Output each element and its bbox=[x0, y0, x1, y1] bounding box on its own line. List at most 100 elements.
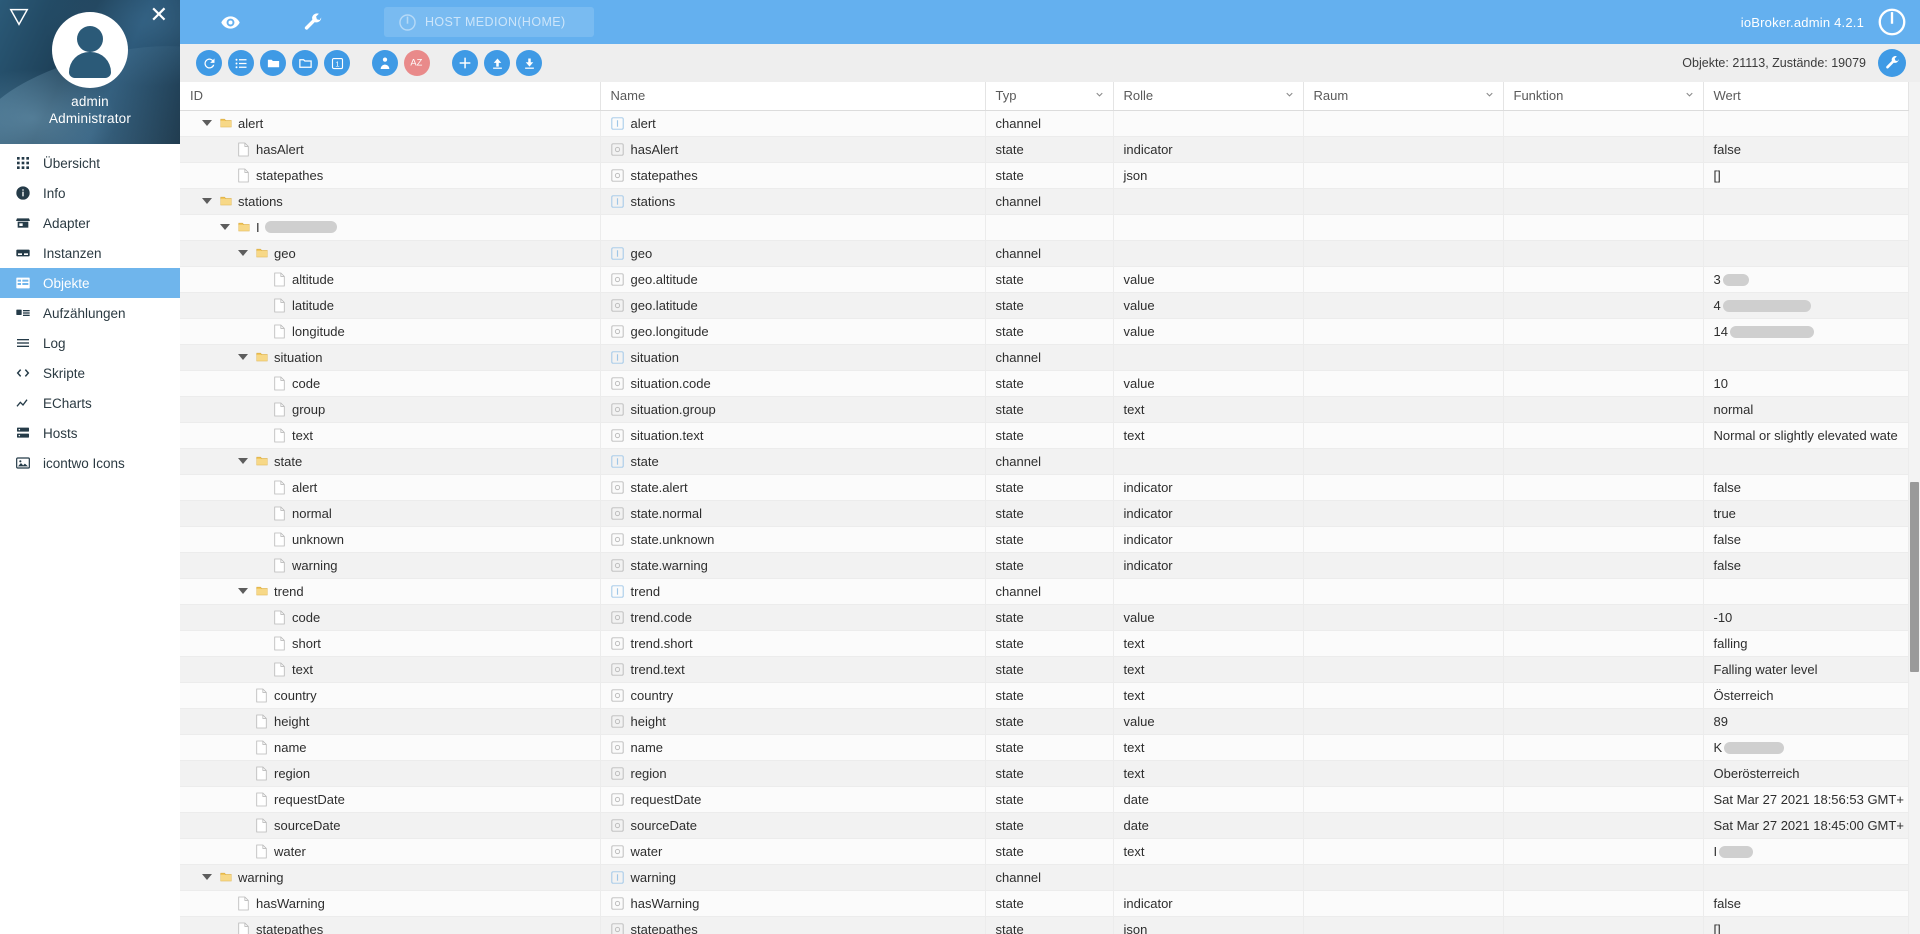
expand-one-level-button[interactable]: 1 bbox=[324, 50, 350, 76]
cell-id[interactable]: hasAlert bbox=[180, 136, 601, 163]
table-row[interactable]: I bbox=[180, 214, 1920, 241]
sort-alpha-button[interactable]: AZ bbox=[404, 50, 430, 76]
table-row[interactable]: sourceDate sourceDate state date Sat Mar 27 … bbox=[180, 812, 1920, 839]
cell-value[interactable]: 3 bbox=[1703, 266, 1909, 293]
sidebar-item-adapter[interactable]: Adapter bbox=[0, 208, 180, 238]
table-row[interactable]: short trend.short state text falling bbox=[180, 630, 1920, 657]
cell-id[interactable]: warning bbox=[180, 864, 601, 891]
cell-id[interactable]: code bbox=[180, 370, 601, 397]
cell-id[interactable]: I bbox=[180, 214, 601, 241]
cell-id[interactable]: short bbox=[180, 630, 601, 657]
table-row[interactable]: statepathes statepathes state json [] bbox=[180, 916, 1920, 934]
column-header-role[interactable]: Rolle bbox=[1113, 82, 1304, 111]
table-row[interactable]: statepathes statepathes state json [] bbox=[180, 162, 1920, 189]
sidebar-item-aufz-hlungen[interactable]: Aufzählungen bbox=[0, 298, 180, 328]
cell-value[interactable] bbox=[1703, 578, 1909, 605]
table-row[interactable]: water water state text I bbox=[180, 838, 1920, 865]
cell-value[interactable] bbox=[1703, 110, 1909, 137]
cell-value[interactable] bbox=[1703, 240, 1909, 267]
cell-id[interactable]: code bbox=[180, 604, 601, 631]
scrollbar-thumb[interactable] bbox=[1910, 482, 1919, 672]
sidebar-item-icontwo-icons[interactable]: icontwo Icons bbox=[0, 448, 180, 478]
expand-collapse-toggle[interactable] bbox=[236, 354, 249, 360]
cell-id[interactable]: altitude bbox=[180, 266, 601, 293]
cell-id[interactable]: text bbox=[180, 422, 601, 449]
cell-id[interactable]: statepathes bbox=[180, 162, 601, 189]
table-row[interactable]: height height state value 89 bbox=[180, 708, 1920, 735]
sidebar-item-instanzen[interactable]: Instanzen bbox=[0, 238, 180, 268]
cell-id[interactable]: country bbox=[180, 682, 601, 709]
table-row[interactable]: geo geo channel bbox=[180, 240, 1920, 267]
table-row[interactable]: stations stations channel bbox=[180, 188, 1920, 215]
cell-id[interactable]: normal bbox=[180, 500, 601, 527]
table-row[interactable]: hasWarning hasWarning state indicator false bbox=[180, 890, 1920, 917]
eye-icon[interactable] bbox=[210, 2, 250, 42]
expand-collapse-toggle[interactable] bbox=[218, 224, 231, 230]
table-row[interactable]: name name state text K bbox=[180, 734, 1920, 761]
table-row[interactable]: code situation.code state value 10 bbox=[180, 370, 1920, 397]
cell-value[interactable]: false bbox=[1703, 552, 1909, 579]
sidebar-item-log[interactable]: Log bbox=[0, 328, 180, 358]
settings-button[interactable] bbox=[1878, 49, 1906, 77]
cell-id[interactable]: sourceDate bbox=[180, 812, 601, 839]
cell-value[interactable]: -10 bbox=[1703, 604, 1909, 631]
wrench-icon[interactable] bbox=[292, 2, 332, 42]
cell-value[interactable]: false bbox=[1703, 890, 1909, 917]
cell-id[interactable]: trend bbox=[180, 578, 601, 605]
cell-value[interactable] bbox=[1703, 448, 1909, 475]
table-row[interactable]: alert alert channel bbox=[180, 110, 1920, 137]
sidebar-item-objekte[interactable]: Objekte bbox=[0, 268, 180, 298]
table-row[interactable]: latitude geo.latitude state value 4 bbox=[180, 292, 1920, 319]
expand-list-button[interactable] bbox=[228, 50, 254, 76]
cell-id[interactable]: state bbox=[180, 448, 601, 475]
sidebar-item-bersicht[interactable]: Übersicht bbox=[0, 148, 180, 178]
cell-value[interactable]: Sat Mar 27 2021 18:56:53 GMT+ bbox=[1703, 786, 1909, 813]
refresh-button[interactable] bbox=[196, 50, 222, 76]
cell-value[interactable]: Österreich bbox=[1703, 682, 1909, 709]
cell-value[interactable]: [] bbox=[1703, 162, 1909, 189]
collapse-all-button[interactable] bbox=[292, 50, 318, 76]
cell-id[interactable]: name bbox=[180, 734, 601, 761]
cell-value[interactable]: true bbox=[1703, 500, 1909, 527]
column-header-typ[interactable]: Typ bbox=[985, 82, 1114, 111]
add-object-button[interactable] bbox=[452, 50, 478, 76]
cell-value[interactable]: false bbox=[1703, 136, 1909, 163]
sidebar-item-echarts[interactable]: ECharts bbox=[0, 388, 180, 418]
cell-id[interactable]: water bbox=[180, 838, 601, 865]
cell-value[interactable] bbox=[1703, 864, 1909, 891]
cell-value[interactable]: false bbox=[1703, 526, 1909, 553]
expand-collapse-toggle[interactable] bbox=[200, 198, 213, 204]
table-row[interactable]: normal state.normal state indicator true bbox=[180, 500, 1920, 527]
expand-collapse-toggle[interactable] bbox=[236, 250, 249, 256]
cell-id[interactable]: requestDate bbox=[180, 786, 601, 813]
cell-value[interactable]: normal bbox=[1703, 396, 1909, 423]
table-row[interactable]: altitude geo.altitude state value 3 bbox=[180, 266, 1920, 293]
cell-value[interactable]: 14 bbox=[1703, 318, 1909, 345]
table-row[interactable]: text situation.text state text Normal or sli… bbox=[180, 422, 1920, 449]
table-row[interactable]: country country state text Österreich bbox=[180, 682, 1920, 709]
expert-mode-button[interactable] bbox=[372, 50, 398, 76]
cell-value[interactable]: falling bbox=[1703, 630, 1909, 657]
table-row[interactable]: trend trend channel bbox=[180, 578, 1920, 605]
table-row[interactable]: text trend.text state text Falling water lev… bbox=[180, 656, 1920, 683]
table-row[interactable]: group situation.group state text normal bbox=[180, 396, 1920, 423]
expand-collapse-toggle[interactable] bbox=[200, 120, 213, 126]
column-header-room[interactable]: Raum bbox=[1303, 82, 1504, 111]
table-row[interactable]: region region state text Oberösterreich bbox=[180, 760, 1920, 787]
table-row[interactable]: unknown state.unknown state indicator false bbox=[180, 526, 1920, 553]
table-row[interactable]: code trend.code state value -10 bbox=[180, 604, 1920, 631]
cell-id[interactable]: statepathes bbox=[180, 916, 601, 934]
table-row[interactable]: warning warning channel bbox=[180, 864, 1920, 891]
table-row[interactable]: longitude geo.longitude state value 14 bbox=[180, 318, 1920, 345]
table-row[interactable]: requestDate requestDate state date Sat Mar 2… bbox=[180, 786, 1920, 813]
cell-id[interactable]: latitude bbox=[180, 292, 601, 319]
cell-value[interactable]: 10 bbox=[1703, 370, 1909, 397]
table-row[interactable]: warning state.warning state indicator false bbox=[180, 552, 1920, 579]
cell-value[interactable]: I bbox=[1703, 838, 1909, 865]
cell-id[interactable]: stations bbox=[180, 188, 601, 215]
table-row[interactable]: situation situation channel bbox=[180, 344, 1920, 371]
host-selector[interactable]: HOST MEDION(HOME) bbox=[384, 7, 594, 37]
cell-value[interactable]: Sat Mar 27 2021 18:45:00 GMT+ bbox=[1703, 812, 1909, 839]
cell-value[interactable]: Normal or slightly elevated wate bbox=[1703, 422, 1909, 449]
table-row[interactable]: alert state.alert state indicator false bbox=[180, 474, 1920, 501]
